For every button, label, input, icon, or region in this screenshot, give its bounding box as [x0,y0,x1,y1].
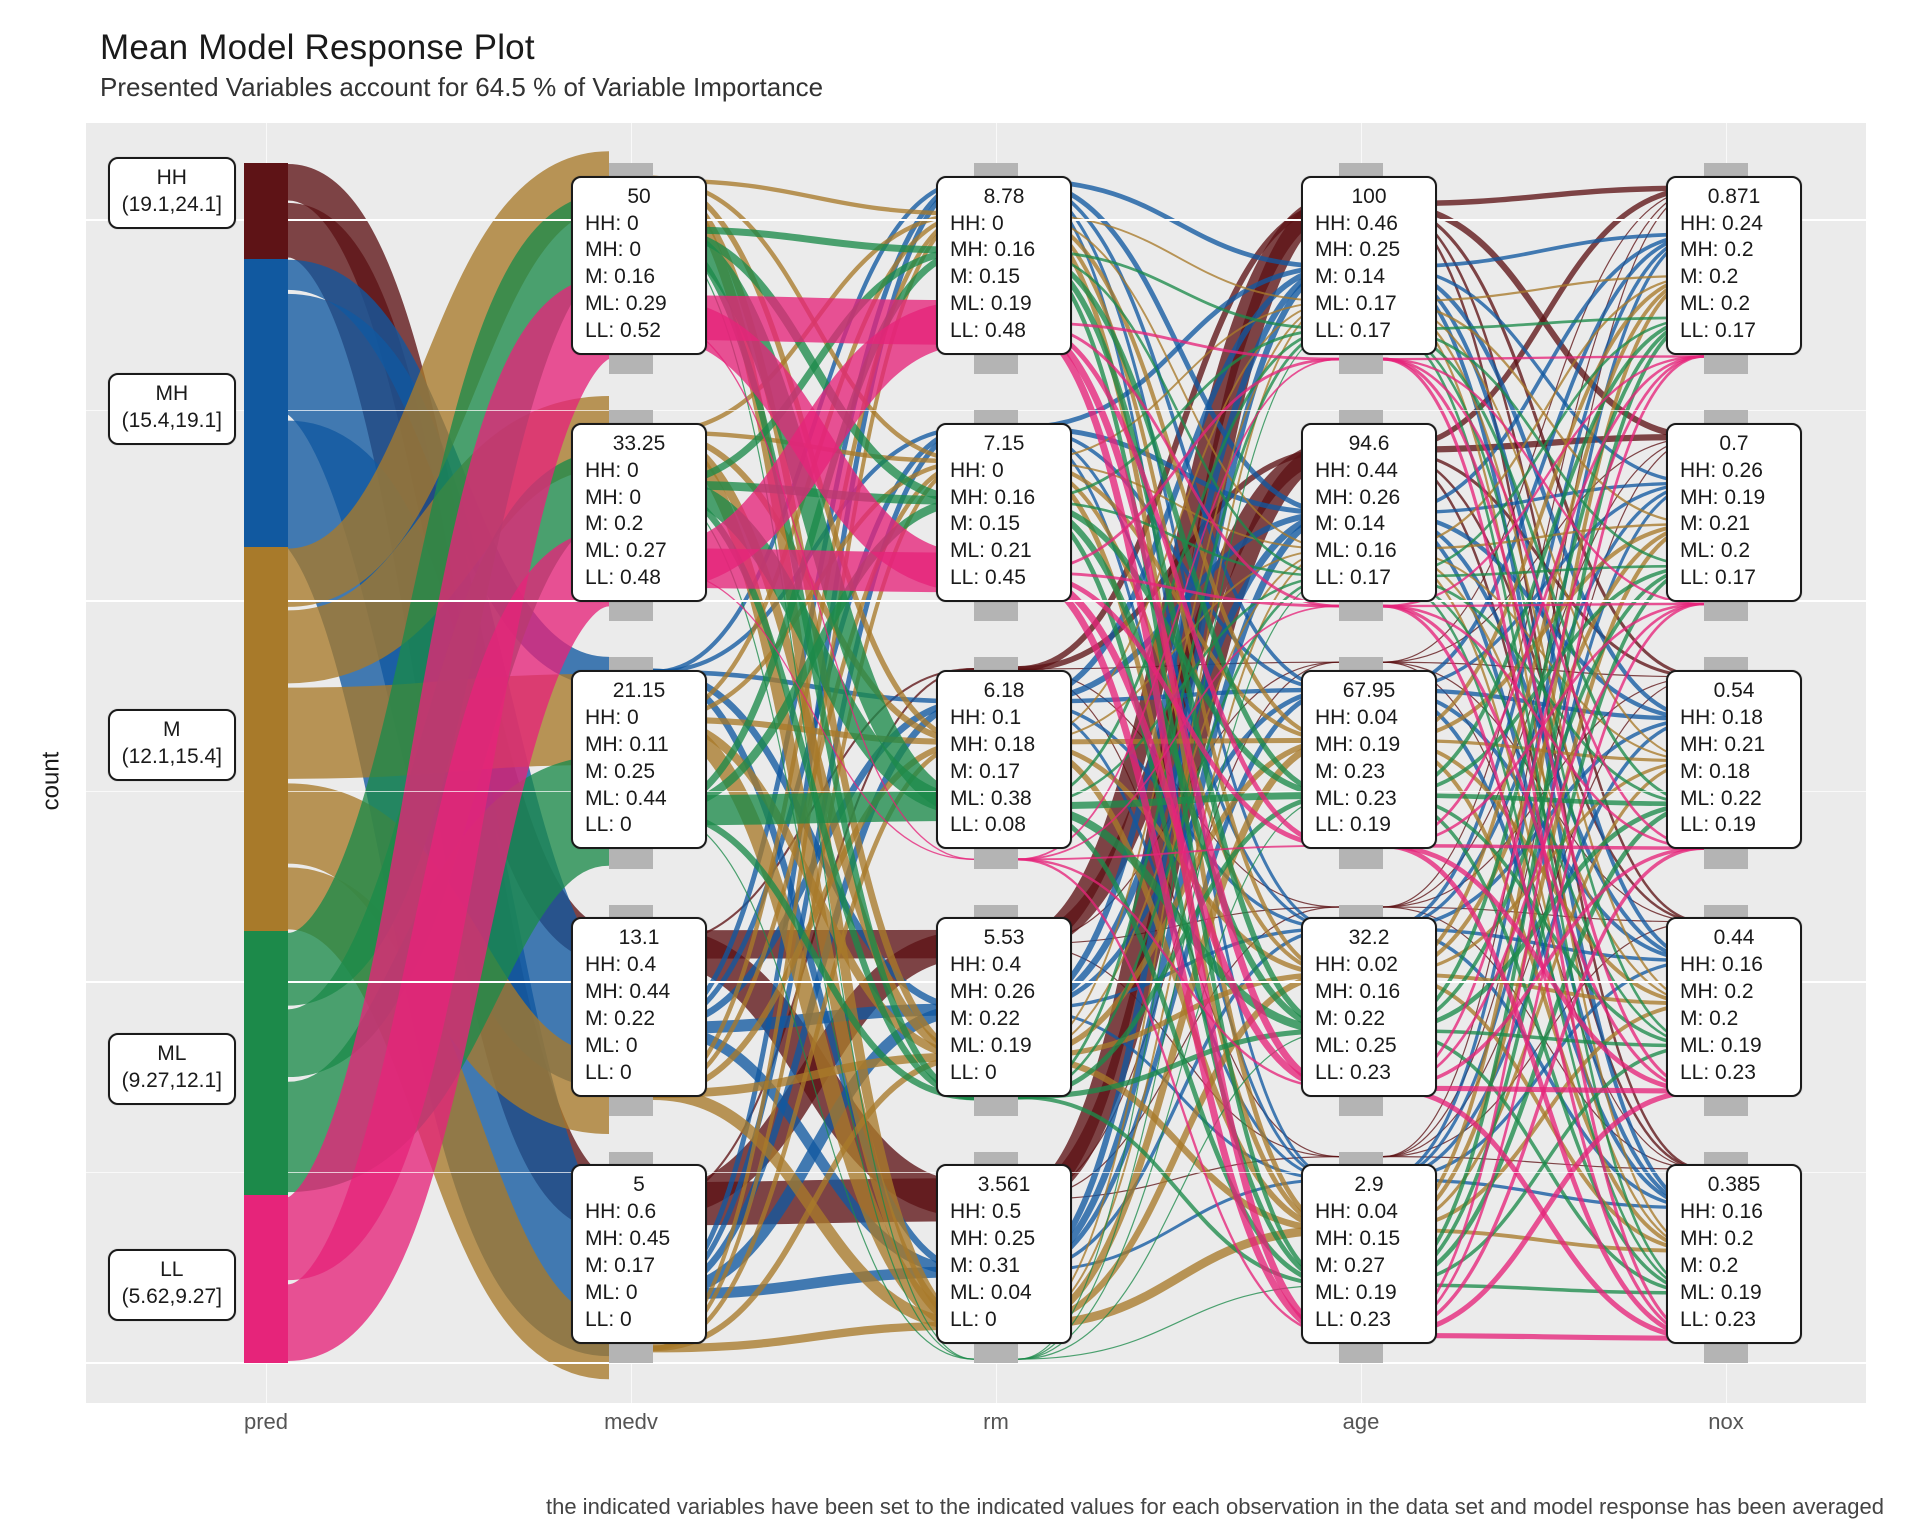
pred-card-mh: MH(15.4,19.1] [108,373,236,445]
medv-card: 33.25HH: 0MH: 0M: 0.2ML: 0.27LL: 0.48 [571,423,707,602]
medv-card: 13.1HH: 0.4MH: 0.44M: 0.22ML: 0LL: 0 [571,917,707,1096]
nox-card: 0.385HH: 0.16MH: 0.2M: 0.2ML: 0.19LL: 0.… [1666,1164,1802,1343]
age-card: 67.95HH: 0.04MH: 0.19M: 0.23ML: 0.23LL: … [1301,670,1437,849]
medv-card: 5HH: 0.6MH: 0.45M: 0.17ML: 0LL: 0 [571,1164,707,1343]
rm-card: 3.561HH: 0.5MH: 0.25M: 0.31ML: 0.04LL: 0 [936,1164,1072,1343]
x-axis-ticks: pred medv rm age nox [86,1403,1866,1439]
x-tick: rm [983,1409,1009,1435]
x-tick: nox [1708,1409,1743,1435]
rm-card: 5.53HH: 0.4MH: 0.26M: 0.22ML: 0.19LL: 0 [936,917,1072,1096]
rm-card: 6.18HH: 0.1MH: 0.18M: 0.17ML: 0.38LL: 0.… [936,670,1072,849]
pred-card-ml: ML(9.27,12.1] [108,1033,236,1105]
pred-segment-mh [244,259,288,547]
nox-card: 0.7HH: 0.26MH: 0.19M: 0.21ML: 0.2LL: 0.1… [1666,423,1802,602]
y-axis-label: count [37,752,65,811]
age-card: 32.2HH: 0.02MH: 0.16M: 0.22ML: 0.25LL: 0… [1301,917,1437,1096]
pred-card-ll: LL(5.62,9.27] [108,1249,236,1321]
nox-card: 0.871HH: 0.24MH: 0.2M: 0.2ML: 0.2LL: 0.1… [1666,176,1802,355]
x-tick: pred [244,1409,288,1435]
x-tick: medv [604,1409,658,1435]
age-card: 2.9HH: 0.04MH: 0.15M: 0.27ML: 0.19LL: 0.… [1301,1164,1437,1343]
medv-card: 50HH: 0MH: 0M: 0.16ML: 0.29LL: 0.52 [571,176,707,355]
rm-card: 8.78HH: 0MH: 0.16M: 0.15ML: 0.19LL: 0.48 [936,176,1072,355]
pred-segment-hh [244,163,288,259]
medv-card: 21.15HH: 0MH: 0.11M: 0.25ML: 0.44LL: 0 [571,670,707,849]
plot-panel: 0200400600HH(19.1,24.1]MH(15.4,19.1]M(12… [86,123,1866,1403]
age-card: 100HH: 0.46MH: 0.25M: 0.14ML: 0.17LL: 0.… [1301,176,1437,355]
pred-segment-m [244,547,288,931]
pred-card-m: M(12.1,15.4] [108,709,236,781]
nox-card: 0.44HH: 0.16MH: 0.2M: 0.2ML: 0.19LL: 0.2… [1666,917,1802,1096]
page-title: Mean Model Response Plot [100,28,1880,68]
pred-segment-ll [244,1195,288,1363]
pred-card-hh: HH(19.1,24.1] [108,157,236,229]
x-tick: age [1343,1409,1380,1435]
age-card: 94.6HH: 0.44MH: 0.26M: 0.14ML: 0.16LL: 0… [1301,423,1437,602]
pred-segment-ml [244,931,288,1195]
rm-card: 7.15HH: 0MH: 0.16M: 0.15ML: 0.21LL: 0.45 [936,423,1072,602]
nox-card: 0.54HH: 0.18MH: 0.21M: 0.18ML: 0.22LL: 0… [1666,670,1802,849]
page-subtitle: Presented Variables account for 64.5 % o… [100,72,1880,103]
plot-caption: the indicated variables have been set to… [546,1494,1884,1520]
